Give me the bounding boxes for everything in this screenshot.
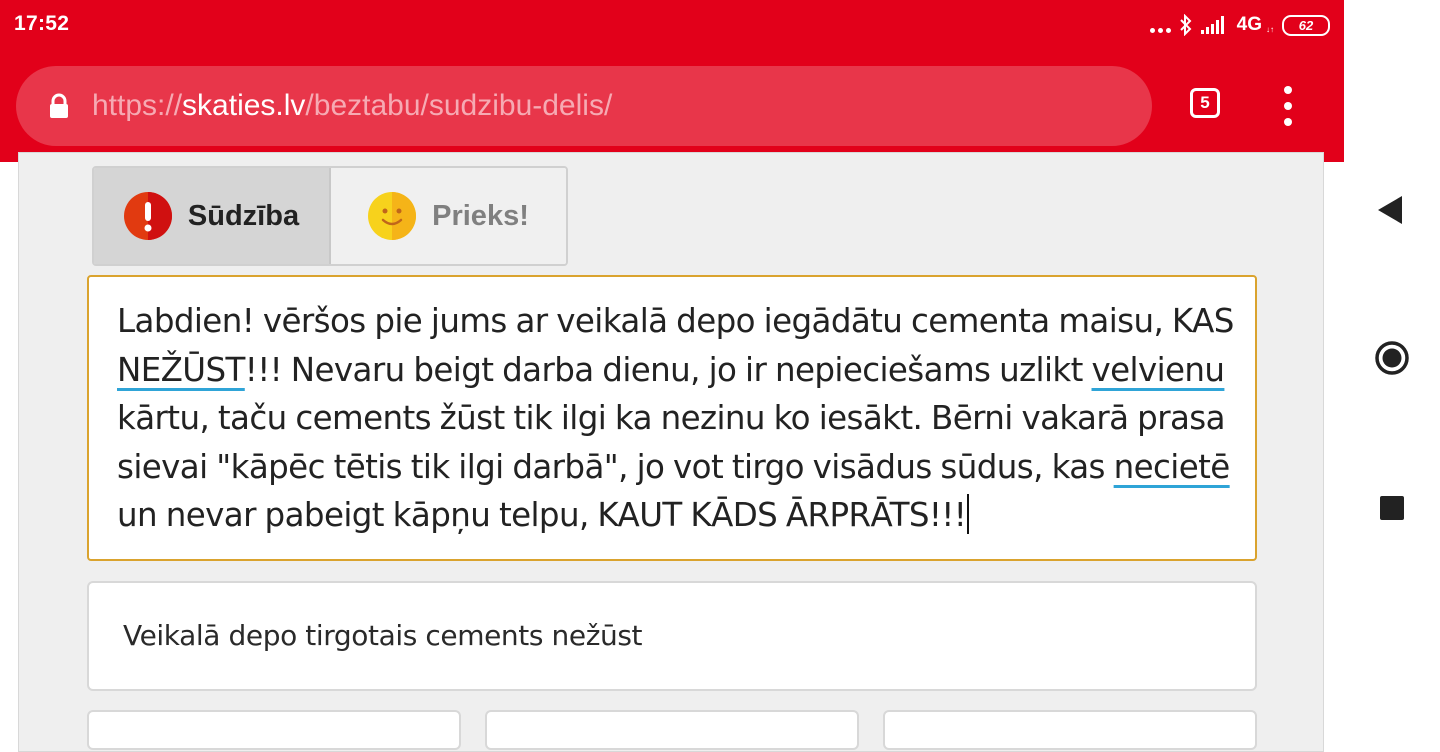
address-bar[interactable]: https://skaties.lv/beztabu/sudzibu-delis… — [16, 66, 1152, 146]
system-nav-bar — [1344, 0, 1440, 720]
complaint-text-part: !!! Nevaru beigt darba dienu, jo ir nepi… — [244, 350, 1092, 389]
exclamation-icon — [123, 192, 172, 240]
misspelled-word[interactable]: necietē — [1114, 448, 1231, 486]
network-activity-icon: ↓↑ — [1266, 24, 1274, 34]
browser-toolbar: https://skaties.lv/beztabu/sudzibu-delis… — [0, 52, 1344, 162]
complaint-toggle-button[interactable]: Sūdzība — [94, 168, 331, 264]
back-icon[interactable] — [1378, 196, 1402, 224]
complaint-text-part: kārtu, taču cements žūst tik ilgi ka nez… — [117, 399, 1226, 486]
complaint-text-part: Labdien! vēršos pie jums ar veikalā depo… — [117, 302, 1234, 340]
signal-icon — [1200, 16, 1229, 34]
recents-icon[interactable] — [1380, 496, 1404, 520]
post-type-toggle: Sūdzība Prieks! — [92, 166, 568, 266]
form-field-2[interactable] — [485, 710, 859, 750]
url-host: skaties.lv — [182, 89, 306, 122]
misspelled-word[interactable]: velvienu — [1092, 351, 1226, 389]
lock-icon — [48, 93, 70, 123]
more-dots-icon — [1149, 17, 1171, 33]
tab-switcher-button[interactable]: 5 — [1190, 88, 1220, 118]
overflow-menu-icon[interactable] — [1276, 86, 1300, 126]
misspelled-word[interactable]: NEŽŪST — [117, 351, 245, 389]
page-content: Sūdzība Prieks! Labdien! vēršos pie jums… — [0, 152, 1344, 752]
network-type: 4G — [1236, 14, 1262, 35]
url-scheme: https:// — [92, 89, 183, 122]
complaint-title-field[interactable]: Veikalā depo tirgotais cements nežūst — [87, 581, 1257, 691]
complaint-text-part: un nevar pabeigt kāpņu telpu, KAUT KĀDS … — [117, 496, 967, 534]
status-icons: 4G ↓↑ 62 — [1149, 12, 1330, 38]
url-text[interactable]: https://skaties.lv/beztabu/sudzibu-delis… — [92, 66, 612, 146]
status-time: 17:52 — [14, 12, 70, 35]
text-cursor — [967, 494, 970, 534]
joy-toggle-button[interactable]: Prieks! — [331, 168, 566, 264]
status-bar: 17:52 4G ↓↑ 62 — [0, 0, 1344, 52]
joy-toggle-label: Prieks! — [432, 199, 529, 232]
smiley-icon — [368, 192, 417, 240]
home-icon[interactable] — [1374, 340, 1410, 376]
battery-icon: 62 — [1282, 14, 1330, 36]
complaint-toggle-label: Sūdzība — [187, 199, 300, 232]
complaint-text-field[interactable]: Labdien! vēršos pie jums ar veikalā depo… — [87, 275, 1257, 561]
form-field-3[interactable] — [883, 710, 1257, 750]
url-path: /beztabu/sudzibu-delis/ — [305, 89, 613, 122]
form-field-1[interactable] — [87, 710, 461, 750]
bluetooth-icon — [1179, 14, 1193, 36]
